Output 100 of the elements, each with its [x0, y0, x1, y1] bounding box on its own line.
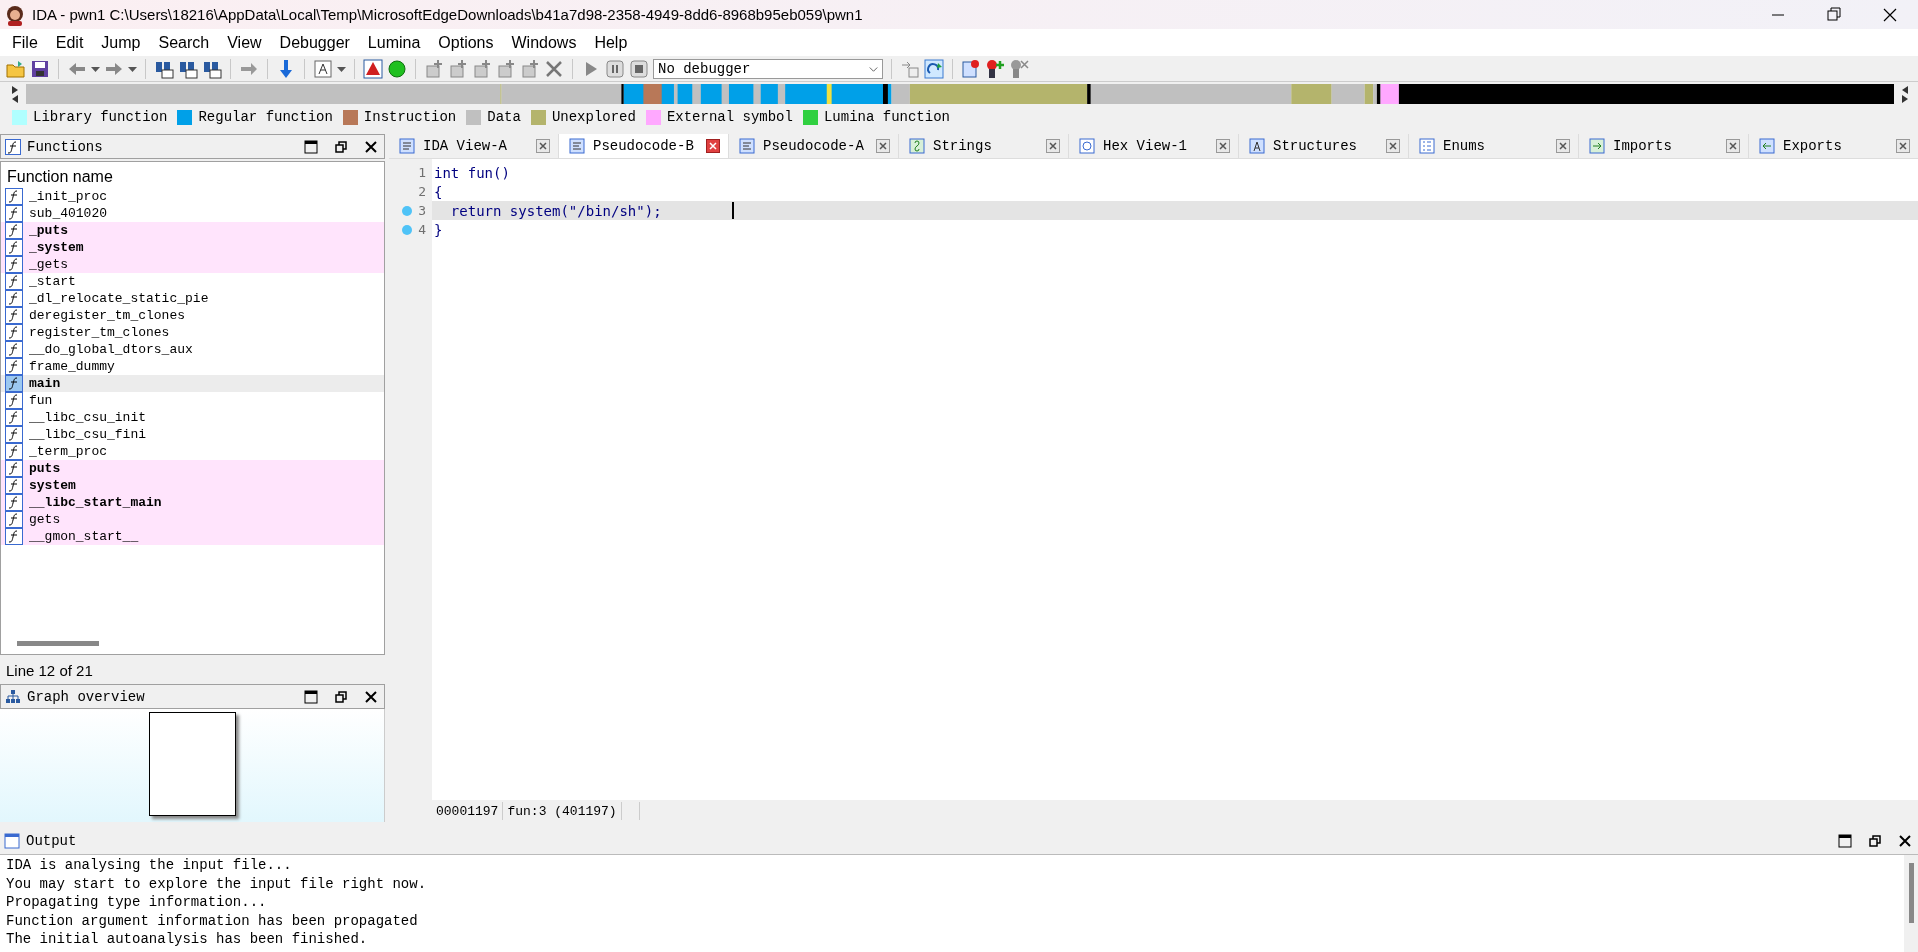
function-row[interactable]: sub_401020: [1, 205, 384, 222]
function-row[interactable]: fun: [1, 392, 384, 409]
restore-icon[interactable]: [334, 689, 348, 704]
function-row[interactable]: _system: [1, 239, 384, 256]
menu-item[interactable]: Lumina: [358, 31, 430, 54]
legend-label: Lumina function: [823, 109, 950, 125]
close-icon[interactable]: [364, 689, 378, 704]
restore-icon[interactable]: [334, 139, 348, 154]
function-row[interactable]: __libc_csu_init: [1, 409, 384, 426]
function-row[interactable]: frame_dummy: [1, 358, 384, 375]
column-header[interactable]: Function name: [1, 162, 384, 188]
tab-close-icon[interactable]: [536, 139, 550, 153]
menu-item[interactable]: Options: [429, 31, 503, 54]
function-icon: [5, 324, 23, 341]
panel-title: Functions: [27, 138, 104, 155]
add-icon[interactable]: [496, 58, 516, 79]
function-row[interactable]: _start: [1, 273, 384, 290]
pause-icon[interactable]: [605, 58, 625, 79]
scroll-arrows-icon[interactable]: [10, 84, 20, 104]
stop-icon[interactable]: [629, 58, 649, 79]
function-icon: [5, 138, 21, 155]
close-icon[interactable]: [1898, 834, 1912, 848]
restore-icon[interactable]: [1868, 834, 1882, 848]
breakpoint-dot[interactable]: [402, 205, 413, 216]
menu-item[interactable]: View: [218, 31, 271, 54]
add-icon[interactable]: [472, 58, 492, 79]
tab[interactable]: Enums: [1409, 134, 1579, 158]
function-row[interactable]: _puts: [1, 222, 384, 239]
tab-close-icon[interactable]: [1896, 139, 1910, 153]
window-icon: [4, 833, 20, 849]
scrollbar-thumb[interactable]: [17, 641, 99, 646]
function-row[interactable]: gets: [1, 511, 384, 528]
graph-viewport[interactable]: [148, 712, 236, 816]
graph-icon: [5, 688, 21, 705]
close-icon[interactable]: [364, 139, 378, 154]
breakpoint-dot[interactable]: [402, 224, 413, 235]
add-icon[interactable]: [424, 58, 444, 79]
code-line: int fun(): [434, 164, 510, 181]
scroll-arrows-icon[interactable]: [1900, 84, 1910, 104]
tab[interactable]: Hex View-1: [1069, 134, 1239, 158]
debugger-dropdown[interactable]: No debugger: [653, 58, 883, 79]
delete-icon[interactable]: [544, 58, 564, 79]
tab-close-icon[interactable]: [1216, 139, 1230, 153]
text-box-icon[interactable]: [313, 58, 333, 79]
function-row[interactable]: __gmon_start__: [1, 528, 384, 545]
tab[interactable]: IDA View-A: [389, 134, 559, 158]
function-row[interactable]: __libc_start_main: [1, 494, 384, 511]
function-row[interactable]: _init_proc: [1, 188, 384, 205]
warning-icon[interactable]: [363, 58, 383, 79]
maximize-icon[interactable]: [304, 139, 318, 154]
tab-close-icon[interactable]: [1386, 139, 1400, 153]
menu-item[interactable]: Debugger: [270, 31, 359, 54]
menu-item[interactable]: Search: [149, 31, 219, 54]
legend-label: Regular function: [198, 109, 333, 125]
refresh-icon[interactable]: [924, 58, 944, 79]
scrollbar-thumb[interactable]: [1908, 863, 1914, 923]
function-row[interactable]: register_tm_clones: [1, 324, 384, 341]
text-cursor: [731, 202, 734, 219]
tab-close-icon[interactable]: [1556, 139, 1570, 153]
function-icon: [5, 511, 23, 528]
tab[interactable]: Imports: [1579, 134, 1749, 158]
function-row[interactable]: puts: [1, 460, 384, 477]
tab-close-icon[interactable]: [1046, 139, 1060, 153]
breakpoint-list-icon[interactable]: [961, 58, 981, 79]
function-icon: [5, 426, 23, 443]
legend-label: Instruction: [363, 109, 457, 125]
maximize-icon[interactable]: [1838, 834, 1852, 848]
document-icon: [739, 138, 755, 154]
status-field: fun:3 (401197): [503, 802, 622, 820]
function-row[interactable]: _gets: [1, 256, 384, 273]
menu-item[interactable]: Help: [585, 31, 637, 54]
circle-icon[interactable]: [387, 58, 407, 79]
tab[interactable]: Strings: [899, 134, 1069, 158]
tab-close-icon[interactable]: [706, 139, 720, 153]
tab-close-icon[interactable]: [1726, 139, 1740, 153]
tab[interactable]: Exports: [1749, 134, 1918, 158]
add-icon[interactable]: [448, 58, 468, 79]
tab[interactable]: Structures: [1239, 134, 1409, 158]
disassembly-icon: [399, 138, 415, 154]
function-row[interactable]: main: [1, 375, 384, 392]
add-icon[interactable]: [520, 58, 540, 79]
function-row[interactable]: deregister_tm_clones: [1, 307, 384, 324]
menu-item[interactable]: Edit: [46, 31, 93, 54]
tab[interactable]: Pseudocode-A: [729, 134, 899, 158]
navigation-band-drawing[interactable]: [26, 84, 1894, 104]
function-row[interactable]: __libc_csu_fini: [1, 426, 384, 443]
menu-item[interactable]: Windows: [502, 31, 586, 54]
function-icon: [5, 205, 23, 222]
maximize-icon[interactable]: [304, 689, 318, 704]
function-icon: [5, 273, 23, 290]
menu-item[interactable]: Jump: [92, 31, 150, 54]
function-row[interactable]: _dl_relocate_static_pie: [1, 290, 384, 307]
save-icon[interactable]: [30, 58, 50, 79]
menu-item[interactable]: File: [3, 31, 47, 54]
function-row[interactable]: system: [1, 477, 384, 494]
function-row[interactable]: __do_global_dtors_aux: [1, 341, 384, 358]
add-breakpoint-icon[interactable]: [985, 58, 1005, 79]
tab-close-icon[interactable]: [876, 139, 890, 153]
tab[interactable]: Pseudocode-B: [559, 134, 729, 158]
function-row[interactable]: _term_proc: [1, 443, 384, 460]
